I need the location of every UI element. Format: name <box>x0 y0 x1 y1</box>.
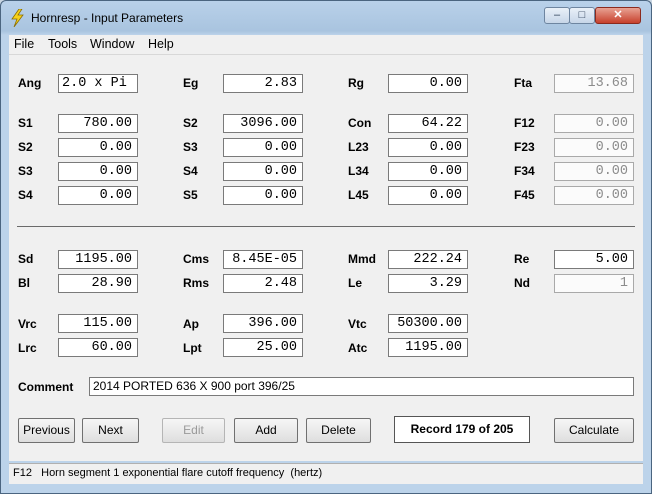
close-button[interactable]: ✕ <box>595 7 641 24</box>
ap-label: Ap <box>183 317 199 331</box>
edit-button[interactable]: Edit <box>162 418 225 443</box>
rms-label: Rms <box>183 276 210 290</box>
menu-tools[interactable]: Tools <box>48 37 77 51</box>
f12-label: F12 <box>514 116 535 130</box>
f12-field[interactable]: 0.00 <box>554 114 634 133</box>
section-divider <box>17 226 635 227</box>
bl-field[interactable]: 28.90 <box>58 274 138 293</box>
fta-field[interactable]: 13.68 <box>554 74 634 93</box>
record-counter: Record 179 of 205 <box>394 416 530 443</box>
nd-field[interactable]: 1 <box>554 274 634 293</box>
ang-label: Ang <box>18 76 42 90</box>
input-parameters-panel: Ang 2.0 x Pi Eg 2.83 Rg 0.00 Fta 13.68 S… <box>9 55 643 461</box>
title-bar: Hornresp - Input Parameters – □ ✕ <box>1 1 651 35</box>
window-title: Hornresp - Input Parameters <box>31 11 184 25</box>
s4-field[interactable]: 0.00 <box>58 186 138 205</box>
s5-field[interactable]: 0.00 <box>223 186 303 205</box>
bl-label: Bl <box>18 276 30 290</box>
next-button[interactable]: Next <box>82 418 139 443</box>
f34-field[interactable]: 0.00 <box>554 162 634 181</box>
previous-button[interactable]: Previous <box>18 418 75 443</box>
nd-label: Nd <box>514 276 530 290</box>
rg-label: Rg <box>348 76 364 90</box>
re-field[interactable]: 5.00 <box>554 250 634 269</box>
s3-right-label: S3 <box>183 140 198 154</box>
vrc-label: Vrc <box>18 317 37 331</box>
status-bar: F12 Horn segment 1 exponential flare cut… <box>9 463 643 484</box>
ang-field[interactable]: 2.0 x Pi <box>58 74 138 93</box>
lpt-label: Lpt <box>183 341 202 355</box>
s4-right-label: S4 <box>183 164 198 178</box>
le-field[interactable]: 3.29 <box>388 274 468 293</box>
menu-window[interactable]: Window <box>90 37 134 51</box>
vrc-field[interactable]: 115.00 <box>58 314 138 333</box>
menu-bar: File Tools Window Help <box>9 35 643 55</box>
s1-field[interactable]: 780.00 <box>58 114 138 133</box>
s5-label: S5 <box>183 188 198 202</box>
s3-right-field[interactable]: 0.00 <box>223 138 303 157</box>
mmd-label: Mmd <box>348 252 376 266</box>
add-button[interactable]: Add <box>234 418 298 443</box>
re-label: Re <box>514 252 530 266</box>
eg-label: Eg <box>183 76 199 90</box>
vtc-label: Vtc <box>348 317 367 331</box>
maximize-button[interactable]: □ <box>569 7 595 24</box>
delete-button[interactable]: Delete <box>306 418 371 443</box>
s3-label: S3 <box>18 164 33 178</box>
fta-label: Fta <box>514 76 532 90</box>
vtc-field[interactable]: 50300.00 <box>388 314 468 333</box>
l45-label: L45 <box>348 188 369 202</box>
s4-right-field[interactable]: 0.00 <box>223 162 303 181</box>
minimize-button[interactable]: – <box>544 7 570 24</box>
lightning-app-icon <box>11 9 24 27</box>
menu-file[interactable]: File <box>14 37 34 51</box>
mmd-field[interactable]: 222.24 <box>388 250 468 269</box>
s2-right-label: S2 <box>183 116 198 130</box>
f23-label: F23 <box>514 140 535 154</box>
l34-label: L34 <box>348 164 369 178</box>
f45-field[interactable]: 0.00 <box>554 186 634 205</box>
lrc-label: Lrc <box>18 341 37 355</box>
calculate-button[interactable]: Calculate <box>554 418 634 443</box>
l23-label: L23 <box>348 140 369 154</box>
sd-field[interactable]: 1195.00 <box>58 250 138 269</box>
ap-field[interactable]: 396.00 <box>223 314 303 333</box>
con-field[interactable]: 64.22 <box>388 114 468 133</box>
s2-label: S2 <box>18 140 33 154</box>
l45-field[interactable]: 0.00 <box>388 186 468 205</box>
rg-field[interactable]: 0.00 <box>388 74 468 93</box>
l23-field[interactable]: 0.00 <box>388 138 468 157</box>
status-text: F12 Horn segment 1 exponential flare cut… <box>13 467 323 479</box>
menu-help[interactable]: Help <box>148 37 174 51</box>
s3-field[interactable]: 0.00 <box>58 162 138 181</box>
lrc-field[interactable]: 60.00 <box>58 338 138 357</box>
comment-label: Comment <box>18 380 74 394</box>
rms-field[interactable]: 2.48 <box>223 274 303 293</box>
s2-field[interactable]: 0.00 <box>58 138 138 157</box>
s2-right-field[interactable]: 3096.00 <box>223 114 303 133</box>
f45-label: F45 <box>514 188 535 202</box>
atc-label: Atc <box>348 341 368 355</box>
con-label: Con <box>348 116 372 130</box>
f34-label: F34 <box>514 164 535 178</box>
cms-label: Cms <box>183 252 210 266</box>
hornresp-window: Hornresp - Input Parameters – □ ✕ File T… <box>0 0 652 494</box>
sd-label: Sd <box>18 252 34 266</box>
l34-field[interactable]: 0.00 <box>388 162 468 181</box>
s4-label: S4 <box>18 188 33 202</box>
eg-field[interactable]: 2.83 <box>223 74 303 93</box>
atc-field[interactable]: 1195.00 <box>388 338 468 357</box>
f23-field[interactable]: 0.00 <box>554 138 634 157</box>
le-label: Le <box>348 276 363 290</box>
s1-label: S1 <box>18 116 33 130</box>
comment-field[interactable]: 2014 PORTED 636 X 900 port 396/25 <box>89 377 634 396</box>
lpt-field[interactable]: 25.00 <box>223 338 303 357</box>
cms-field[interactable]: 8.45E-05 <box>223 250 303 269</box>
